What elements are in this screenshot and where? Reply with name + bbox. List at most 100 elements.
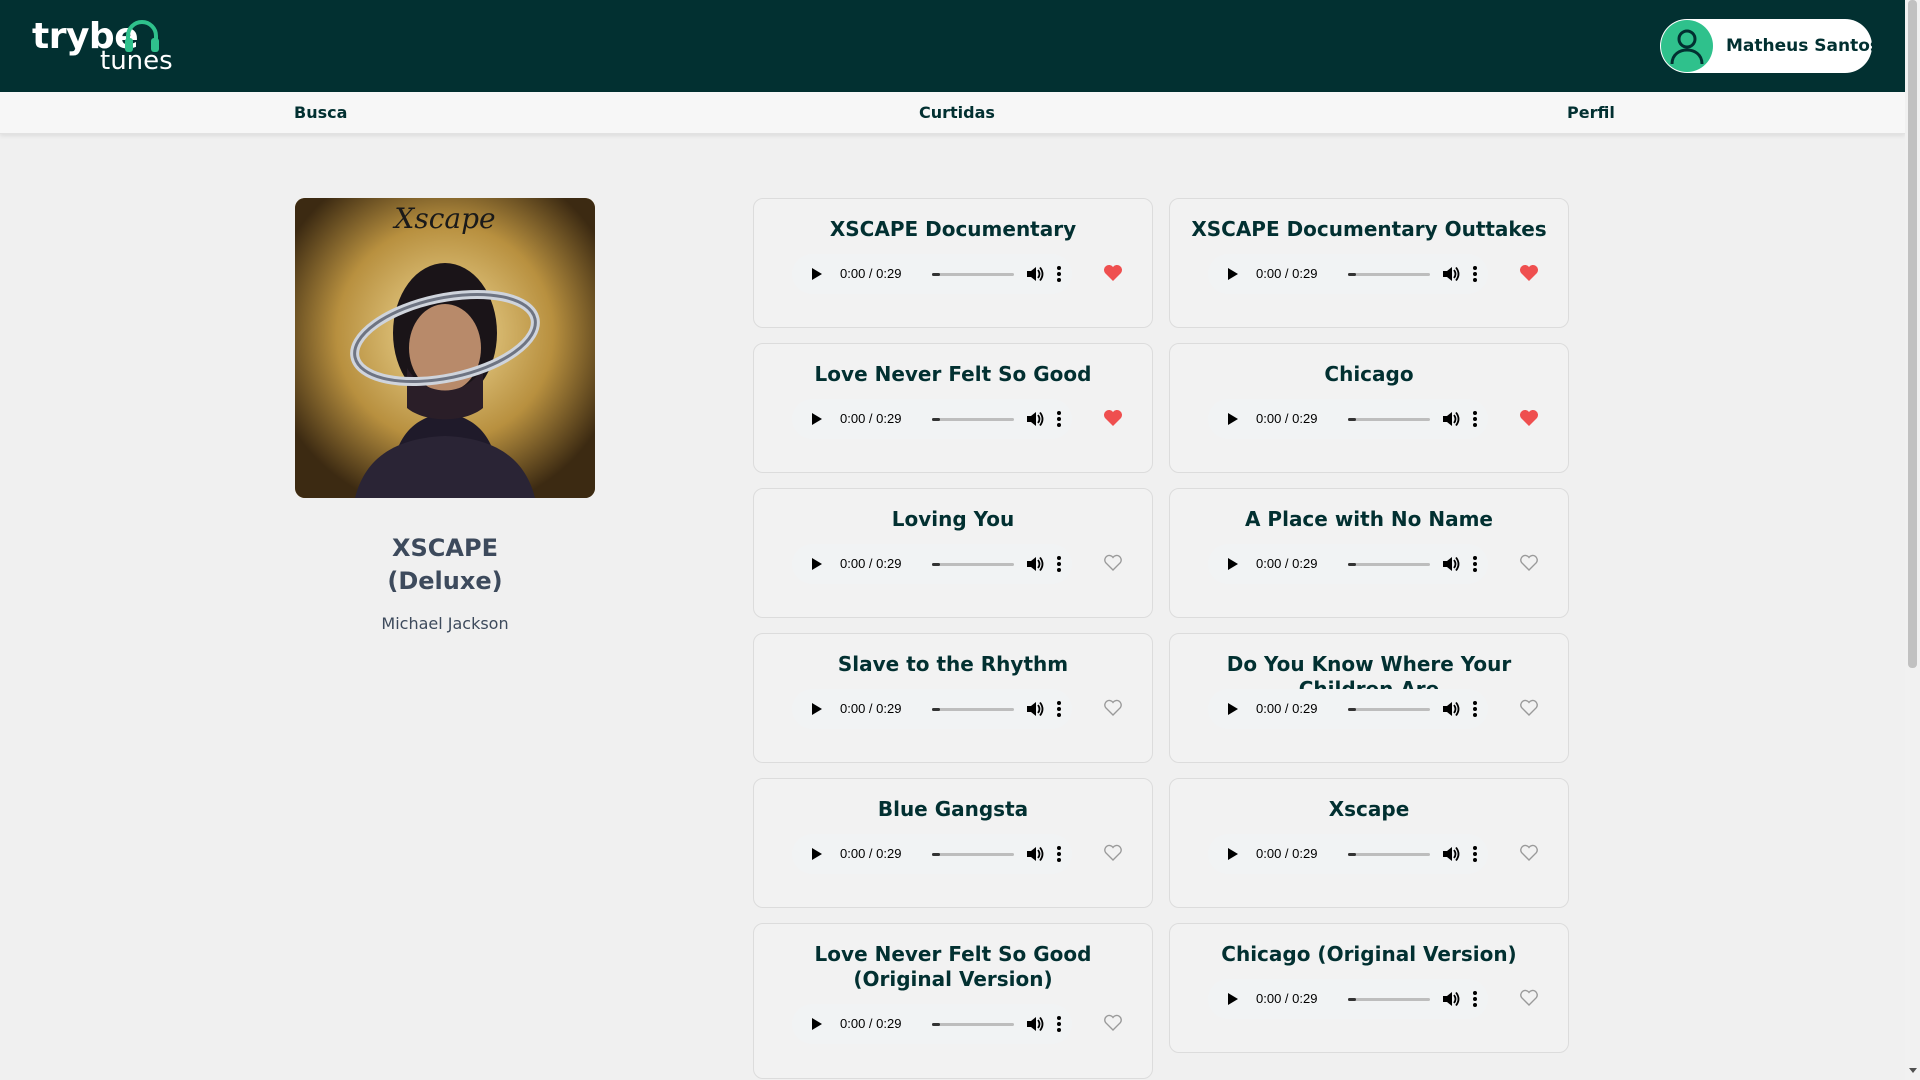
volume-icon[interactable] [1024,554,1044,574]
favorite-heart-icon[interactable] [1103,409,1123,431]
play-icon[interactable] [812,558,822,570]
volume-icon[interactable] [1024,844,1044,864]
user-profile-pill[interactable]: Matheus Santos [1660,19,1880,73]
audio-player[interactable]: 0:00 / 0:29 [792,544,1072,584]
audio-player[interactable]: 0:00 / 0:29 [792,834,1072,874]
progress-knob[interactable] [932,853,940,856]
play-icon[interactable] [1228,703,1238,715]
audio-progress-bar[interactable] [1348,998,1430,1001]
more-options-icon[interactable] [1472,265,1478,283]
more-options-icon[interactable] [1056,1015,1062,1033]
favorite-heart-icon[interactable] [1519,554,1539,576]
audio-time: 0:00 / 0:29 [1256,846,1318,861]
audio-progress-bar[interactable] [1348,273,1430,276]
favorite-heart-icon[interactable] [1519,264,1539,286]
more-options-icon[interactable] [1056,845,1062,863]
more-options-icon[interactable] [1472,410,1478,428]
volume-icon[interactable] [1440,699,1460,719]
progress-knob[interactable] [1348,273,1356,276]
audio-player[interactable]: 0:00 / 0:29 [792,689,1072,729]
progress-knob[interactable] [932,563,940,566]
volume-icon[interactable] [1024,699,1044,719]
audio-progress-bar[interactable] [932,563,1014,566]
more-options-icon[interactable] [1056,555,1062,573]
play-icon[interactable] [812,268,822,280]
play-icon[interactable] [812,413,822,425]
volume-icon[interactable] [1024,264,1044,284]
nav-link-busca[interactable]: Busca [294,103,347,122]
audio-player[interactable]: 0:00 / 0:29 [792,1004,1072,1044]
audio-progress-bar[interactable] [1348,853,1430,856]
progress-knob[interactable] [1348,563,1356,566]
volume-icon[interactable] [1024,409,1044,429]
play-icon[interactable] [1228,848,1238,860]
more-options-icon[interactable] [1472,845,1478,863]
nav-link-curtidas[interactable]: Curtidas [919,103,995,122]
audio-progress-bar[interactable] [1348,708,1430,711]
favorite-heart-icon[interactable] [1103,699,1123,721]
volume-icon[interactable] [1440,989,1460,1009]
favorite-heart-icon[interactable] [1103,264,1123,286]
volume-icon[interactable] [1440,844,1460,864]
volume-icon[interactable] [1440,409,1460,429]
track-name: Chicago (Original Version) [1221,942,1517,966]
audio-progress-bar[interactable] [932,853,1014,856]
play-icon[interactable] [812,848,822,860]
audio-player[interactable]: 0:00 / 0:29 [1208,834,1488,874]
progress-knob[interactable] [1348,998,1356,1001]
volume-icon[interactable] [1440,554,1460,574]
audio-progress-bar[interactable] [1348,563,1430,566]
more-options-icon[interactable] [1056,265,1062,283]
favorite-heart-icon[interactable] [1519,989,1539,1011]
more-options-icon[interactable] [1472,555,1478,573]
play-icon[interactable] [1228,413,1238,425]
favorite-heart-icon[interactable] [1103,844,1123,866]
audio-player[interactable]: 0:00 / 0:29 [1208,254,1488,294]
audio-player[interactable]: 0:00 / 0:29 [792,254,1072,294]
progress-knob[interactable] [932,273,940,276]
favorite-heart-icon[interactable] [1103,554,1123,576]
scrollbar-thumb[interactable] [1908,0,1917,668]
audio-player[interactable]: 0:00 / 0:29 [1208,689,1488,729]
headphones-icon [125,20,159,52]
progress-knob[interactable] [1348,853,1356,856]
favorite-heart-icon[interactable] [1519,844,1539,866]
progress-knob[interactable] [1348,418,1356,421]
trybetunes-logo[interactable]: trybe tunes [32,16,173,76]
play-icon[interactable] [1228,993,1238,1005]
favorite-heart-icon[interactable] [1103,1014,1123,1036]
favorite-heart-icon[interactable] [1519,699,1539,721]
track-card: Chicago 0:00 / 0:29 [1169,343,1569,473]
scroll-down-arrow-icon[interactable] [1909,1068,1917,1073]
audio-player[interactable]: 0:00 / 0:29 [1208,544,1488,584]
track-name: Xscape [1328,797,1410,821]
audio-progress-bar[interactable] [932,273,1014,276]
audio-progress-bar[interactable] [932,1023,1014,1026]
more-options-icon[interactable] [1056,410,1062,428]
audio-progress-bar[interactable] [932,708,1014,711]
audio-time: 0:00 / 0:29 [840,701,902,716]
audio-progress-bar[interactable] [1348,418,1430,421]
progress-knob[interactable] [1348,708,1356,711]
progress-knob[interactable] [932,1023,940,1026]
volume-icon[interactable] [1024,1014,1044,1034]
more-options-icon[interactable] [1472,700,1478,718]
page-scrollbar[interactable] [1905,0,1920,1080]
play-icon[interactable] [1228,268,1238,280]
play-icon[interactable] [812,703,822,715]
audio-progress-bar[interactable] [932,418,1014,421]
play-icon[interactable] [812,1018,822,1030]
audio-time: 0:00 / 0:29 [840,846,902,861]
favorite-heart-icon[interactable] [1519,409,1539,431]
more-options-icon[interactable] [1472,990,1478,1008]
volume-icon[interactable] [1440,264,1460,284]
nav-link-perfil[interactable]: Perfil [1567,103,1615,122]
track-name: Chicago [1324,362,1414,386]
progress-knob[interactable] [932,418,940,421]
audio-player[interactable]: 0:00 / 0:29 [1208,399,1488,439]
play-icon[interactable] [1228,558,1238,570]
more-options-icon[interactable] [1056,700,1062,718]
progress-knob[interactable] [932,708,940,711]
audio-player[interactable]: 0:00 / 0:29 [792,399,1072,439]
audio-player[interactable]: 0:00 / 0:29 [1208,979,1488,1019]
